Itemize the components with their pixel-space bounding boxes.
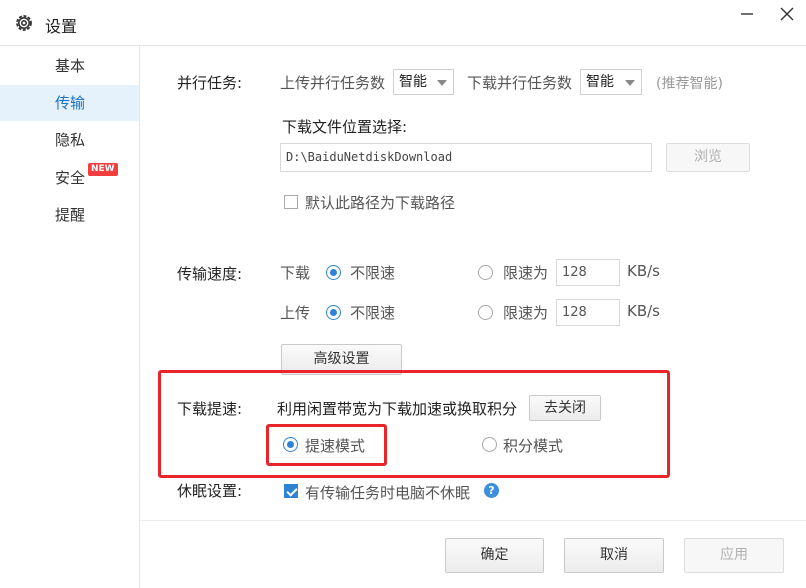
download-unlimited-radio[interactable] <box>326 265 341 280</box>
help-icon[interactable]: ? <box>484 483 499 498</box>
download-limit-input[interactable]: 128 <box>556 259 620 286</box>
default-path-checkbox[interactable] <box>284 195 298 209</box>
upload-unlimited-radio[interactable] <box>326 305 341 320</box>
upload-limit-radio[interactable] <box>478 305 493 320</box>
title-bar: 设置 <box>0 0 806 46</box>
prevent-sleep-label: 有传输任务时电脑不休眠 <box>305 484 471 502</box>
sidebar-item-label: 隐私 <box>55 131 86 149</box>
sidebar-item-label: 提醒 <box>55 206 86 224</box>
upload-speed-label: 上传 <box>280 304 311 322</box>
download-parallel-select[interactable]: 智能 <box>580 69 642 95</box>
download-path-field[interactable]: D:\BaiduNetdiskDownload <box>280 143 652 172</box>
points-mode-label: 积分模式 <box>503 437 564 455</box>
sleep-setting-label: 休眠设置: <box>177 482 243 500</box>
sidebar-item-transfer[interactable]: 传输 <box>0 85 139 121</box>
upload-unlimited-label: 不限速 <box>350 304 396 322</box>
dropdown-arrow-icon <box>437 80 447 86</box>
sidebar-item-label: 基本 <box>55 57 86 75</box>
sidebar-item-reminder[interactable]: 提醒 <box>0 197 139 233</box>
download-unit-label: KB/s <box>627 262 660 280</box>
upload-parallel-label: 上传并行任务数 <box>280 74 386 92</box>
gear-icon <box>16 15 32 31</box>
highlight-box <box>158 370 670 478</box>
speed-mode-label: 提速模式 <box>305 437 366 455</box>
window-title: 设置 <box>45 17 78 36</box>
upload-limit-label: 限速为 <box>503 304 549 322</box>
upload-unit-label: KB/s <box>627 302 660 320</box>
sidebar-item-basic[interactable]: 基本 <box>0 48 139 84</box>
sidebar-item-security[interactable]: 安全 NEW <box>0 160 139 196</box>
ok-button[interactable]: 确定 <box>445 538 544 573</box>
close-icon[interactable] <box>777 4 797 24</box>
select-value: 智能 <box>399 74 427 90</box>
sidebar-item-privacy[interactable]: 隐私 <box>0 122 139 158</box>
sidebar: 基本 传输 隐私 安全 NEW 提醒 <box>0 46 140 588</box>
cancel-button[interactable]: 取消 <box>564 538 664 573</box>
turn-off-button[interactable]: 去关闭 <box>529 395 601 421</box>
minimize-icon[interactable] <box>737 4 757 24</box>
download-location-label: 下载文件位置选择: <box>282 118 408 136</box>
apply-button[interactable]: 应用 <box>684 538 784 573</box>
sidebar-item-label: 传输 <box>55 94 86 112</box>
sidebar-item-label: 安全 <box>55 169 86 187</box>
footer-divider <box>140 520 806 521</box>
download-accel-label: 下载提速: <box>177 400 243 418</box>
download-limit-label: 限速为 <box>503 264 549 282</box>
download-parallel-label: 下载并行任务数 <box>467 74 573 92</box>
transfer-speed-label: 传输速度: <box>177 265 243 283</box>
download-limit-radio[interactable] <box>478 265 493 280</box>
speed-mode-radio[interactable] <box>283 437 298 452</box>
upload-parallel-select[interactable]: 智能 <box>393 69 454 95</box>
prevent-sleep-checkbox[interactable] <box>284 484 298 498</box>
default-path-label: 默认此路径为下载路径 <box>305 194 456 212</box>
download-unlimited-label: 不限速 <box>350 264 396 282</box>
new-badge: NEW <box>88 163 118 176</box>
download-accel-description: 利用闲置带宽为下载加速或换取积分 <box>277 400 518 418</box>
select-value: 智能 <box>586 74 614 90</box>
download-speed-label: 下载 <box>280 264 311 282</box>
points-mode-radio[interactable] <box>482 437 497 452</box>
upload-limit-input[interactable]: 128 <box>556 299 620 326</box>
dropdown-arrow-icon <box>625 80 635 86</box>
recommend-hint: (推荐智能) <box>656 76 723 92</box>
parallel-tasks-label: 并行任务: <box>177 74 243 92</box>
browse-button[interactable]: 浏览 <box>666 143 750 172</box>
